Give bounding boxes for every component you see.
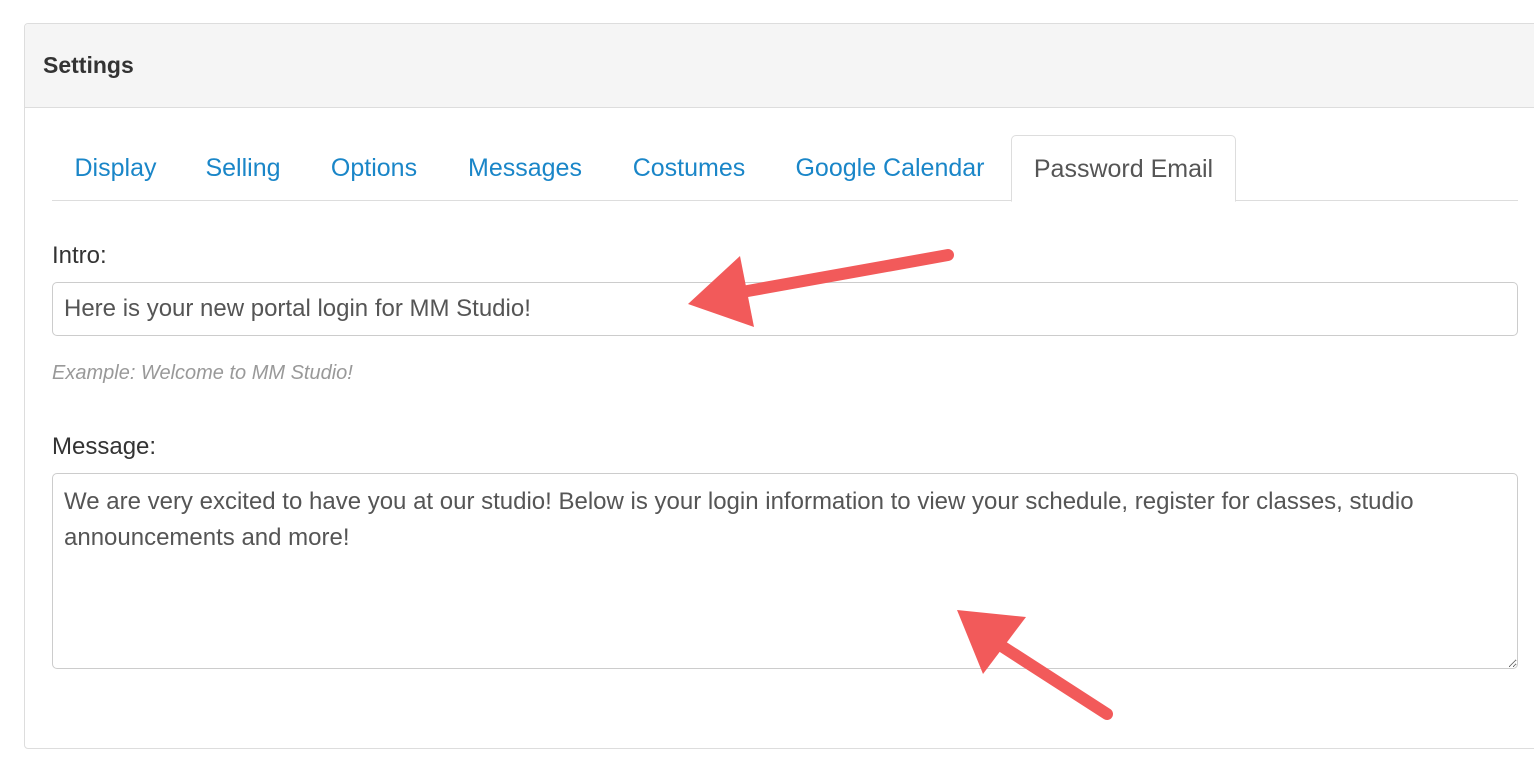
tab-selling[interactable]: Selling — [183, 135, 303, 201]
intro-input[interactable] — [52, 282, 1518, 336]
intro-label: Intro: — [52, 242, 107, 269]
intro-help-text: Example: Welcome to MM Studio! — [52, 362, 353, 384]
tab-costumes[interactable]: Costumes — [609, 135, 769, 201]
tab-google-calendar[interactable]: Google Calendar — [773, 135, 1007, 201]
tab-options[interactable]: Options — [307, 135, 441, 201]
tab-messages[interactable]: Messages — [445, 135, 605, 201]
tab-password-email[interactable]: Password Email — [1011, 135, 1236, 202]
message-label: Message: — [52, 433, 157, 460]
message-textarea[interactable]: We are very excited to have you at our s… — [52, 473, 1518, 669]
panel-title: Settings — [43, 52, 134, 78]
panel-heading: Settings — [25, 24, 1534, 108]
settings-tabs: Display Selling Options Messages Costume… — [52, 135, 1518, 202]
tab-display[interactable]: Display — [52, 135, 179, 201]
